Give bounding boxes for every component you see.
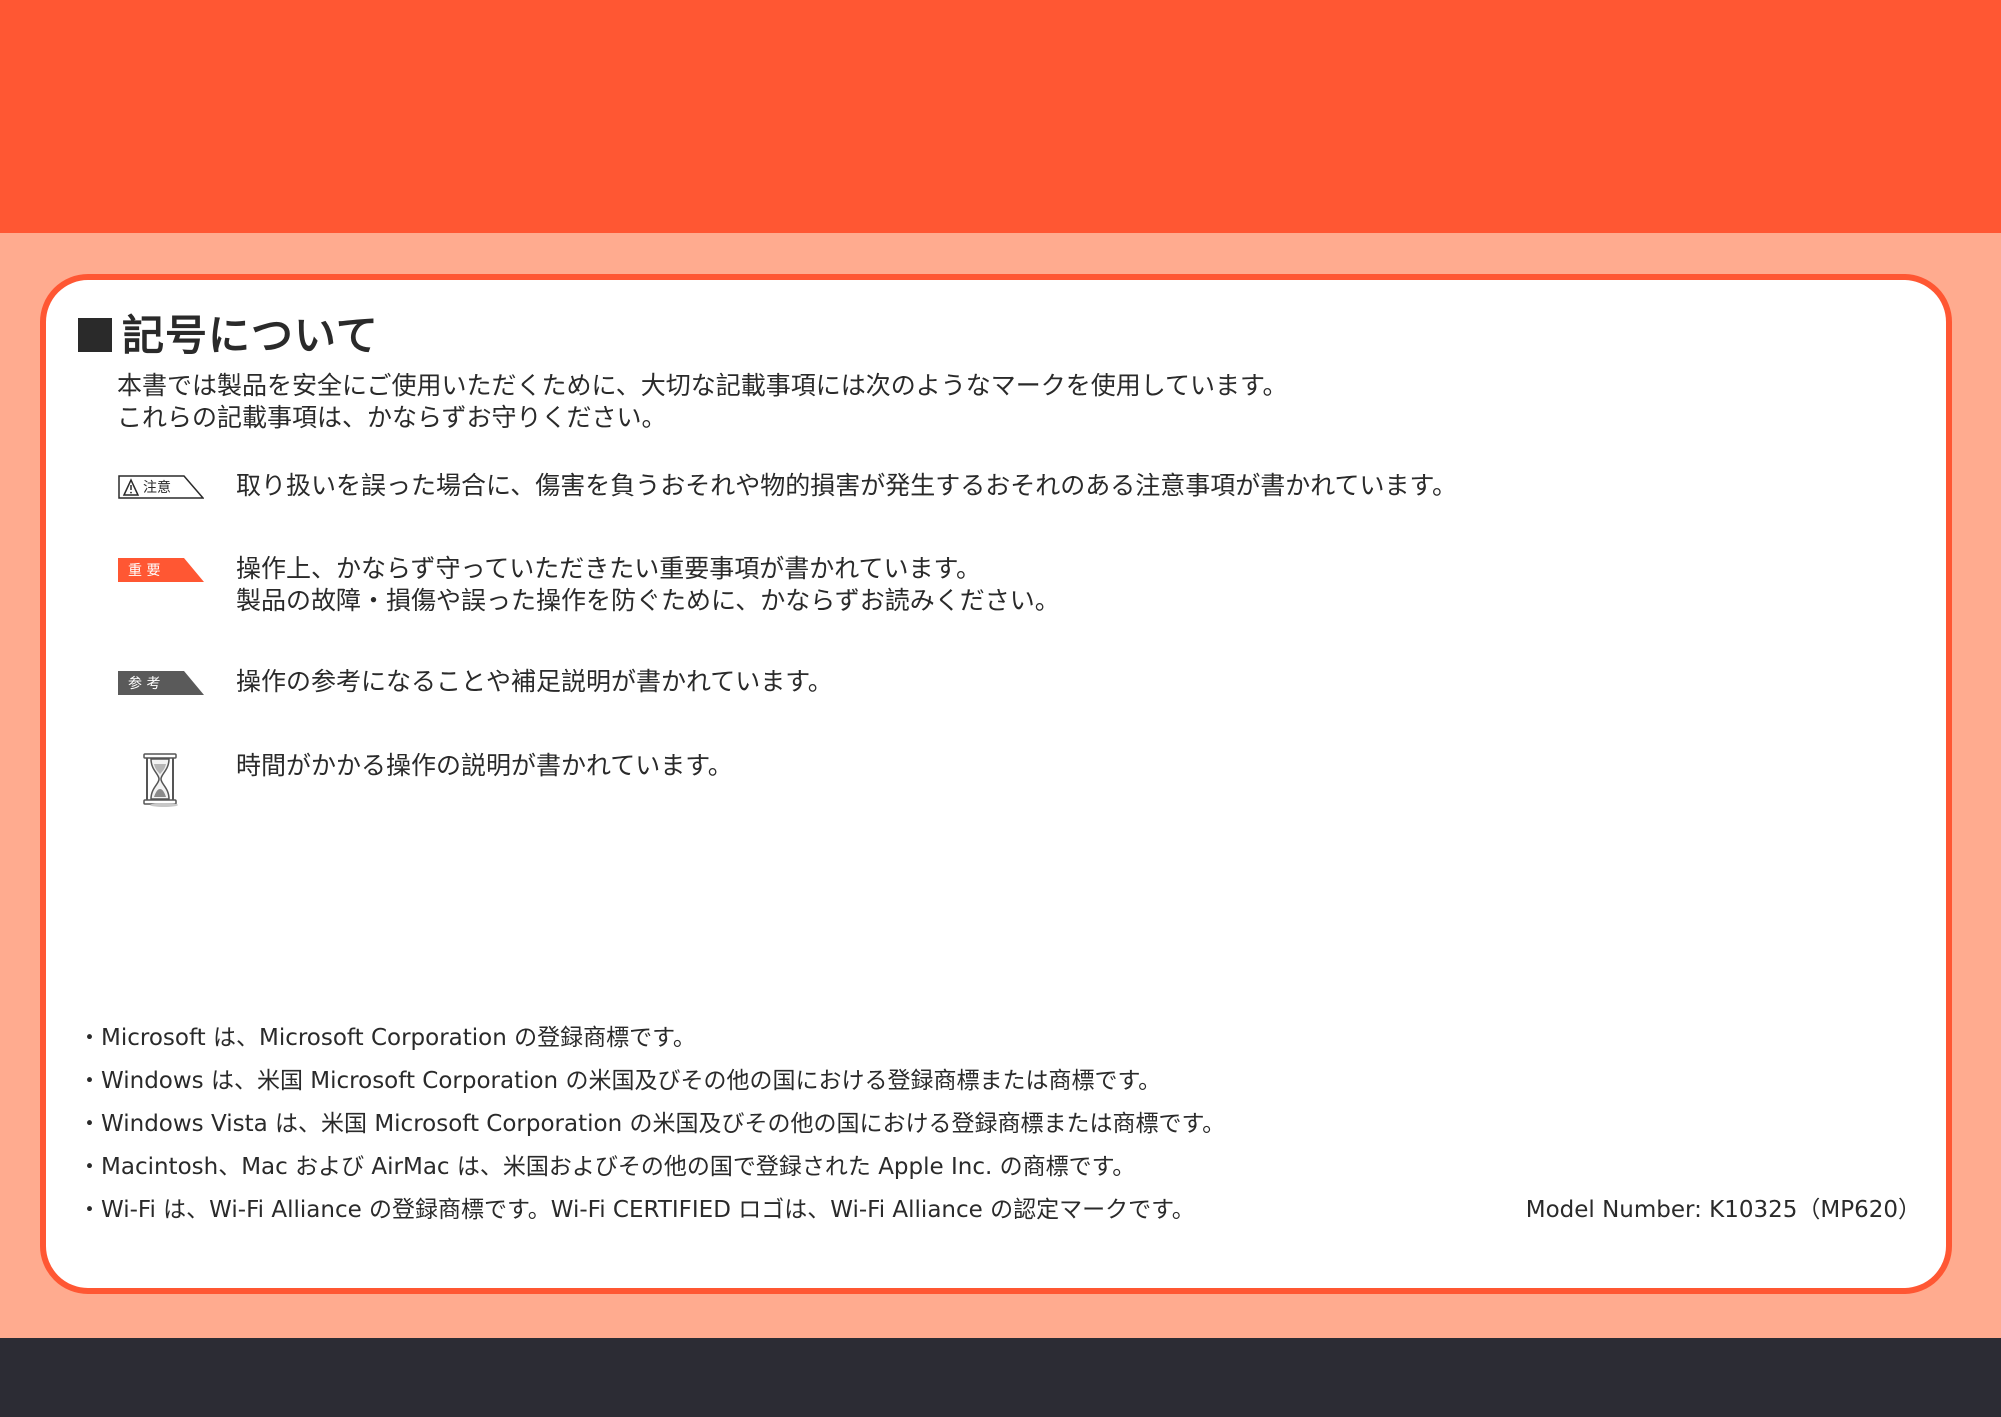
intro-line: これらの記載事項は、かならずお守りください。: [117, 403, 667, 432]
caution-description: 取り扱いを誤った場合に、傷害を負うおそれや物的損害が発生するおそれのある注意事項…: [236, 470, 1457, 502]
mark-line: 時間がかかる操作の説明が書かれています。: [236, 751, 733, 780]
important-description: 操作上、かならず守っていただきたい重要事項が書かれています。 製品の故障・損傷や…: [236, 553, 1060, 617]
section-title-text: 記号について: [122, 311, 379, 360]
hourglass-description: 時間がかかる操作の説明が書かれています。: [236, 750, 733, 782]
intro-line: 本書では製品を安全にご使用いただくために、大切な記載事項には次のようなマークを使…: [117, 371, 1288, 400]
reference-description: 操作の参考になることや補足説明が書かれています。: [236, 666, 833, 698]
header-band: [0, 0, 2001, 233]
model-number: Model Number: K10325（MP620）: [1525, 1197, 1921, 1223]
reference-badge-icon: 参 考: [118, 671, 204, 695]
caution-badge-label: 注意: [143, 479, 171, 496]
hourglass-icon: [143, 753, 178, 807]
trademark-item: ・Wi-Fi は、Wi-Fi Alliance の登録商標です。Wi-Fi CE…: [78, 1197, 1195, 1223]
trademark-item: ・Macintosh、Mac および AirMac は、米国およびその他の国で登…: [78, 1154, 1136, 1180]
section-title: 記号について: [78, 302, 379, 363]
square-bullet-icon: [78, 318, 112, 352]
mark-line: 取り扱いを誤った場合に、傷害を負うおそれや物的損害が発生するおそれのある注意事項…: [236, 471, 1458, 500]
trademark-item: ・Windows Vista は、米国 Microsoft Corporatio…: [78, 1111, 1226, 1137]
reference-badge-label: 参 考: [128, 675, 160, 692]
trademark-item: ・Windows は、米国 Microsoft Corporation の米国及…: [78, 1068, 1162, 1094]
important-badge-label: 重 要: [128, 563, 160, 579]
intro-text: 本書では製品を安全にご使用いただくために、大切な記載事項には次のようなマークを使…: [117, 370, 1288, 434]
important-badge-icon: 重 要: [118, 558, 204, 582]
mark-line: 操作の参考になることや補足説明が書かれています。: [236, 667, 833, 696]
mark-line: 操作上、かならず守っていただきたい重要事項が書かれています。: [236, 554, 982, 583]
mark-line: 製品の故障・損傷や誤った操作を防ぐために、かならずお読みください。: [236, 586, 1060, 615]
footer-band: [0, 1338, 2001, 1417]
trademark-item: ・Microsoft は、Microsoft Corporation の登録商標…: [78, 1025, 696, 1051]
caution-triangle-icon: 注意: [118, 475, 204, 499]
